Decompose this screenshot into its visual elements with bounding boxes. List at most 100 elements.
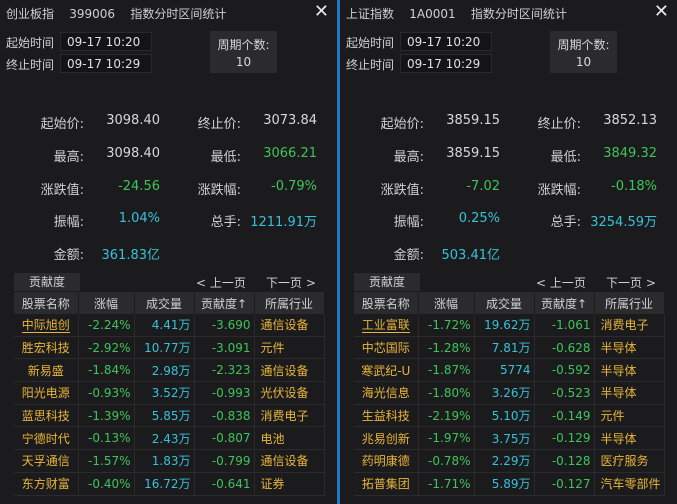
volume-cell: 3.52万 <box>134 381 195 405</box>
stock-name[interactable]: 中际旭创 <box>21 318 70 334</box>
stock-name-cell: 药明康德 <box>354 449 419 473</box>
table-row[interactable]: 寒武纪-U -1.87% 5774 -0.592 半导体 <box>354 358 665 383</box>
contribution-cell: -1.061 <box>534 314 595 337</box>
start-time-field[interactable]: 09-17 10:20 <box>400 32 492 51</box>
table-row[interactable]: 生益科技 -2.19% 5.10万 -0.149 元件 <box>354 404 665 428</box>
table-row[interactable]: 工业富联 -1.72% 19.62万 -1.061 消费电子 <box>354 314 665 337</box>
column-header[interactable]: 股票名称 <box>354 292 419 314</box>
industry-cell: 通信设备 <box>254 358 325 383</box>
stock-name[interactable]: 新易盛 <box>28 364 64 378</box>
stock-name[interactable]: 东方财富 <box>22 477 70 491</box>
column-header[interactable]: 涨幅 <box>418 292 475 314</box>
contribution-tab[interactable]: 贡献度 <box>354 273 420 291</box>
stock-name[interactable]: 胜宏科技 <box>22 341 70 355</box>
next-page-button[interactable]: 下一页 > <box>266 274 316 291</box>
stock-name[interactable]: 海光信息 <box>362 386 410 400</box>
stock-name[interactable]: 药明康德 <box>362 454 410 468</box>
table-row[interactable]: 蓝思科技 -1.39% 5.85万 -0.838 消费电子 <box>14 404 325 428</box>
change-cell: -1.71% <box>418 472 475 496</box>
column-header[interactable]: 贡献度↑ <box>534 292 595 314</box>
volume-cell: 2.29万 <box>474 449 535 473</box>
stock-name-cell: 兆易创新 <box>354 426 419 451</box>
column-header[interactable]: 股票名称 <box>14 292 79 314</box>
stock-name-cell: 中芯国际 <box>354 336 419 360</box>
contribution-cell: -0.592 <box>534 358 595 383</box>
start-time-label: 起始时间 <box>6 36 55 50</box>
column-header[interactable]: 所属行业 <box>254 292 325 314</box>
high-label: 最高: <box>393 150 424 165</box>
app-window: 创业板指 399006 指数分时区间统计 ✕ 起始时间 09-17 10:20 … <box>0 0 677 504</box>
table-row[interactable]: 药明康德 -0.78% 2.29万 -0.128 医疗服务 <box>354 449 665 473</box>
table-row[interactable]: 新易盛 -1.84% 2.98万 -2.323 通信设备 <box>14 358 325 383</box>
end-price-value: 3852.13 <box>603 113 657 128</box>
change-cell: -1.80% <box>418 381 475 405</box>
table-header-row: 股票名称 涨幅 成交量 贡献度↑ 所属行业 <box>354 292 665 314</box>
change-cell: -1.39% <box>78 404 135 428</box>
start-time-field[interactable]: 09-17 10:20 <box>60 32 152 51</box>
stock-name-cell: 天孚通信 <box>14 449 79 473</box>
table-row[interactable]: 天孚通信 -1.57% 1.83万 -0.799 通信设备 <box>14 449 325 473</box>
volume-value: 1211.91万 <box>250 215 317 230</box>
table-row[interactable]: 拓普集团 -1.71% 5.89万 -0.127 汽车零部件 <box>354 472 665 496</box>
change-cell: -1.84% <box>78 358 135 383</box>
volume-cell: 5.85万 <box>134 404 195 428</box>
table-row[interactable]: 海光信息 -1.80% 3.26万 -0.523 半导体 <box>354 381 665 405</box>
industry-cell: 证券 <box>254 472 325 496</box>
stock-name[interactable]: 生益科技 <box>362 409 410 423</box>
change-cell: -0.40% <box>78 472 135 496</box>
period-count-box: 周期个数: 10 <box>550 31 617 73</box>
table-row[interactable]: 兆易创新 -1.97% 3.75万 -0.129 半导体 <box>354 426 665 451</box>
panel-title: 上证指数 1A0001 指数分时区间统计 <box>346 7 567 21</box>
column-header[interactable]: 涨幅 <box>78 292 135 314</box>
contribution-cell: -0.993 <box>194 381 255 405</box>
stock-name[interactable]: 天孚通信 <box>22 454 70 468</box>
close-icon[interactable]: ✕ <box>654 1 669 23</box>
industry-cell: 半导体 <box>594 336 665 360</box>
industry-cell: 元件 <box>254 336 325 360</box>
next-page-button[interactable]: 下一页 > <box>606 274 656 291</box>
change-cell: -1.28% <box>418 336 475 360</box>
change-pct-value: -0.79% <box>271 179 317 194</box>
prev-page-button[interactable]: < 上一页 <box>196 274 246 291</box>
end-time-field[interactable]: 09-17 10:29 <box>400 54 492 73</box>
stock-name[interactable]: 寒武纪-U <box>361 364 410 378</box>
column-header[interactable]: 成交量 <box>134 292 195 314</box>
close-icon[interactable]: ✕ <box>314 1 329 23</box>
high-label: 最高: <box>53 150 84 165</box>
column-header[interactable]: 成交量 <box>474 292 535 314</box>
stock-name-cell: 生益科技 <box>354 404 419 428</box>
volume-cell: 3.75万 <box>474 426 535 451</box>
table-row[interactable]: 中芯国际 -1.28% 7.81万 -0.628 半导体 <box>354 336 665 360</box>
stock-name[interactable]: 蓝思科技 <box>22 409 70 423</box>
table-row[interactable]: 东方财富 -0.40% 16.72万 -0.641 证券 <box>14 472 325 496</box>
stock-name[interactable]: 中芯国际 <box>362 341 410 355</box>
change-cell: -0.93% <box>78 381 135 405</box>
contribution-cell: -0.128 <box>534 449 595 473</box>
stock-name[interactable]: 兆易创新 <box>362 432 410 446</box>
contribution-cell: -0.838 <box>194 404 255 428</box>
stock-name[interactable]: 阳光电源 <box>22 386 70 400</box>
volume-cell: 4.41万 <box>134 314 195 337</box>
end-price-label: 终止价: <box>197 117 241 132</box>
table-row[interactable]: 中际旭创 -2.24% 4.41万 -3.690 通信设备 <box>14 314 325 337</box>
table-row[interactable]: 胜宏科技 -2.92% 10.77万 -3.091 元件 <box>14 336 325 360</box>
stock-name[interactable]: 宁德时代 <box>22 432 70 446</box>
industry-cell: 消费电子 <box>254 404 325 428</box>
column-header[interactable]: 贡献度↑ <box>194 292 255 314</box>
stock-name-cell: 工业富联 <box>354 314 419 337</box>
contribution-tab[interactable]: 贡献度 <box>14 273 80 291</box>
end-time-field[interactable]: 09-17 10:29 <box>60 54 152 73</box>
column-header[interactable]: 所属行业 <box>594 292 665 314</box>
stock-name[interactable]: 拓普集团 <box>362 477 410 491</box>
start-price-value: 3859.15 <box>446 113 500 128</box>
prev-page-button[interactable]: < 上一页 <box>536 274 586 291</box>
period-count-value: 10 <box>235 55 252 69</box>
stock-name[interactable]: 工业富联 <box>361 318 410 334</box>
change-pct-value: -0.18% <box>611 179 657 194</box>
panel-titlebar: 创业板指 399006 指数分时区间统计 ✕ <box>0 0 337 26</box>
industry-cell: 通信设备 <box>254 314 325 337</box>
table-row[interactable]: 宁德时代 -0.13% 2.43万 -0.807 电池 <box>14 426 325 451</box>
high-value: 3859.15 <box>446 146 500 161</box>
table-row[interactable]: 阳光电源 -0.93% 3.52万 -0.993 光伏设备 <box>14 381 325 405</box>
contribution-cell: -0.129 <box>534 426 595 451</box>
